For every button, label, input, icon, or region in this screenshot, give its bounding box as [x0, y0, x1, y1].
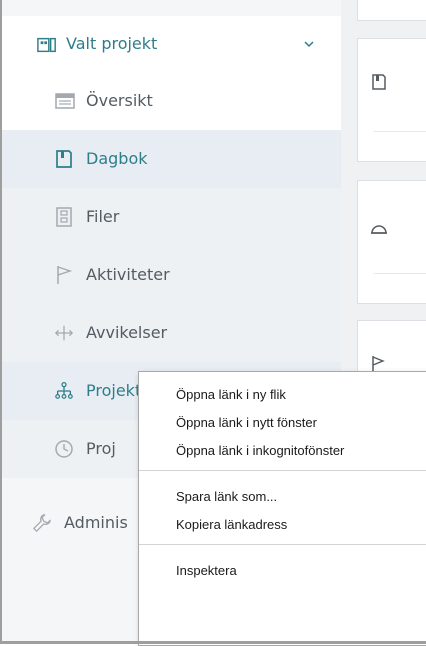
- sidebar-admin-label: Adminis: [64, 513, 128, 532]
- wrench-icon: [32, 513, 52, 533]
- sidebar-item-dagbok[interactable]: Dagbok: [2, 130, 341, 188]
- menu-separator: [139, 544, 426, 545]
- menu-item-label: Spara länk som...: [176, 488, 278, 504]
- files-icon: [54, 207, 74, 227]
- deviation-icon: [54, 323, 74, 343]
- context-menu-inspect[interactable]: Inspektera: [139, 556, 426, 584]
- sidebar-item-filer[interactable]: Filer: [2, 188, 341, 246]
- context-menu-save-link-as[interactable]: Spara länk som...: [139, 482, 426, 510]
- sidebar-item-label: Filer: [86, 207, 120, 226]
- chevron-down-icon[interactable]: [302, 36, 316, 50]
- content-card-diary[interactable]: [357, 38, 426, 162]
- menu-separator: [139, 470, 426, 471]
- sidebar-item-oversikt[interactable]: Översikt: [2, 72, 341, 130]
- context-menu-open-new-window[interactable]: Öppna länk i nytt fönster: [139, 408, 426, 436]
- menu-item-label: Öppna länk i nytt fönster: [176, 414, 317, 430]
- sidebar-item-aktiviteter[interactable]: Aktiviteter: [2, 246, 341, 304]
- project-icon: [37, 35, 57, 55]
- sidebar-item-label: Aktiviteter: [86, 265, 170, 284]
- sidebar-project-selector[interactable]: Valt projekt: [2, 16, 341, 74]
- content-card-top: [357, 0, 426, 21]
- context-menu-open-new-tab[interactable]: Öppna länk i ny flik: [139, 380, 426, 408]
- sidebar-item-label: Dagbok: [86, 149, 148, 168]
- window-border-left: [0, 0, 2, 644]
- flag-icon: [54, 265, 74, 285]
- menu-item-label: Öppna länk i ny flik: [176, 386, 286, 402]
- diary-icon: [54, 149, 74, 169]
- sidebar-item-label: Översikt: [86, 91, 153, 110]
- org-chart-icon: [54, 381, 74, 401]
- context-menu-copy-link-address[interactable]: Kopiera länkadress: [139, 510, 426, 538]
- sidebar-item-label: Avvikelser: [86, 323, 168, 342]
- diary-icon: [370, 73, 390, 93]
- context-menu-open-incognito[interactable]: Öppna länk i inkognitofönster: [139, 436, 426, 464]
- menu-item-label: Kopiera länkadress: [176, 516, 288, 532]
- sidebar-item-label: Proj: [86, 439, 116, 458]
- clock-icon: [54, 439, 74, 459]
- sidebar-item-avvikelser[interactable]: Avvikelser: [2, 304, 341, 362]
- menu-item-label: Öppna länk i inkognitofönster: [176, 442, 345, 458]
- helmet-icon: [370, 221, 390, 241]
- sidebar-project-label: Valt projekt: [66, 34, 158, 53]
- content-card-deviation[interactable]: [357, 180, 426, 304]
- menu-item-label: Inspektera: [176, 562, 237, 578]
- app-window: Valt projekt Översikt Dagbok Filer Aktiv…: [0, 0, 426, 646]
- context-menu: Öppna länk i ny flik Öppna länk i nytt f…: [138, 371, 426, 646]
- overview-icon: [55, 91, 75, 111]
